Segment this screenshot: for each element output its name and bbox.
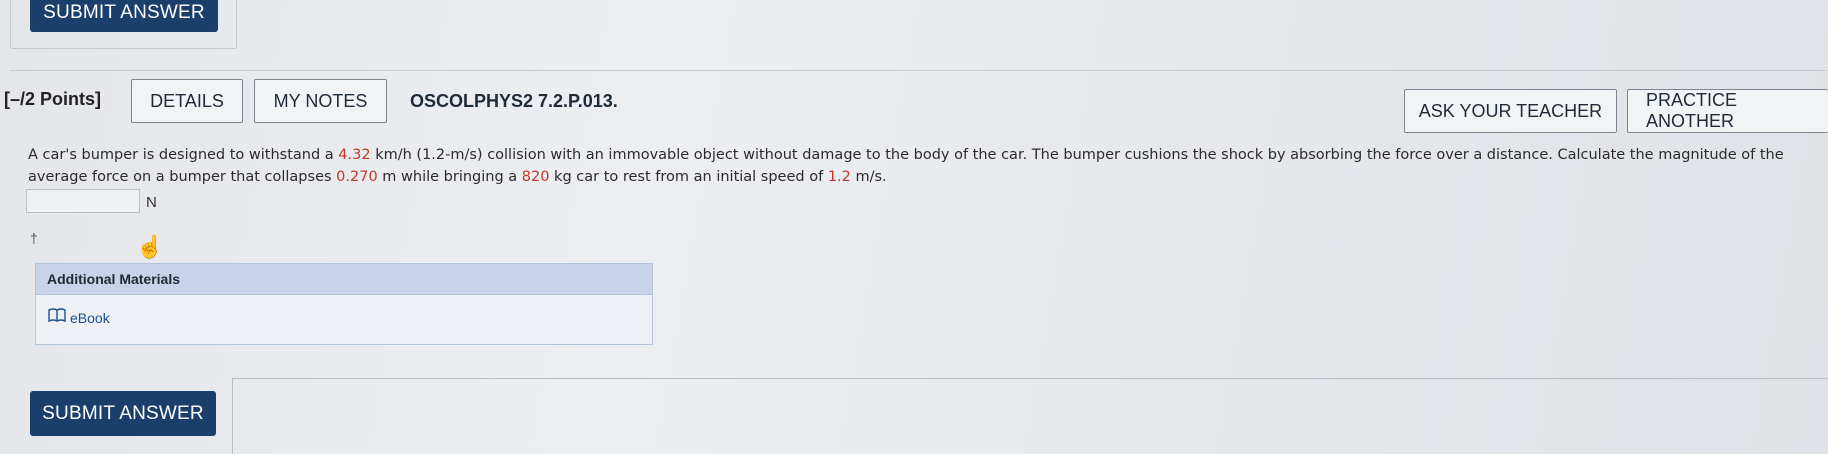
- ask-your-teacher-button[interactable]: ASK YOUR TEACHER: [1404, 89, 1617, 133]
- additional-materials-box: Additional Materials eBook: [35, 263, 653, 345]
- additional-materials-header: Additional Materials: [36, 264, 652, 295]
- given-mass: 820: [521, 169, 550, 185]
- question-text: A car's bumper is designed to withstand …: [28, 144, 1828, 188]
- question-id: OSCOLPHYS2 7.2.P.013.: [410, 91, 618, 111]
- bottom-submit-answer-button[interactable]: SUBMIT ANSWER: [30, 391, 216, 436]
- hand-cursor-icon: ☝: [136, 234, 164, 259]
- ebook-link[interactable]: eBook: [48, 308, 110, 327]
- bottom-panel-border: [232, 378, 1828, 454]
- my-notes-button[interactable]: MY NOTES: [254, 79, 387, 123]
- practice-another-button[interactable]: PRACTICE ANOTHER: [1627, 89, 1828, 133]
- ebook-label: eBook: [70, 309, 110, 326]
- question-text-part: A car's bumper is designed to withstand …: [28, 147, 339, 163]
- question-points: [–/2 Points]: [4, 89, 102, 109]
- question-text-part: kg car to rest from an initial speed of: [549, 169, 828, 185]
- question-text-part: m/s.: [850, 169, 887, 185]
- dagger-mark: †: [30, 230, 38, 246]
- given-speed-kmh: 4.32: [338, 147, 371, 163]
- details-button[interactable]: DETAILS: [131, 79, 243, 123]
- top-submit-answer-button[interactable]: SUBMIT ANSWER: [30, 0, 218, 32]
- given-distance: 0.270: [336, 169, 378, 185]
- answer-input[interactable]: [26, 189, 140, 213]
- question-divider: [10, 70, 1828, 71]
- given-speed-ms: 1.2: [827, 169, 851, 185]
- answer-unit: N: [146, 194, 157, 211]
- question-text-part: m while bringing a: [377, 169, 522, 185]
- book-icon: [48, 308, 66, 327]
